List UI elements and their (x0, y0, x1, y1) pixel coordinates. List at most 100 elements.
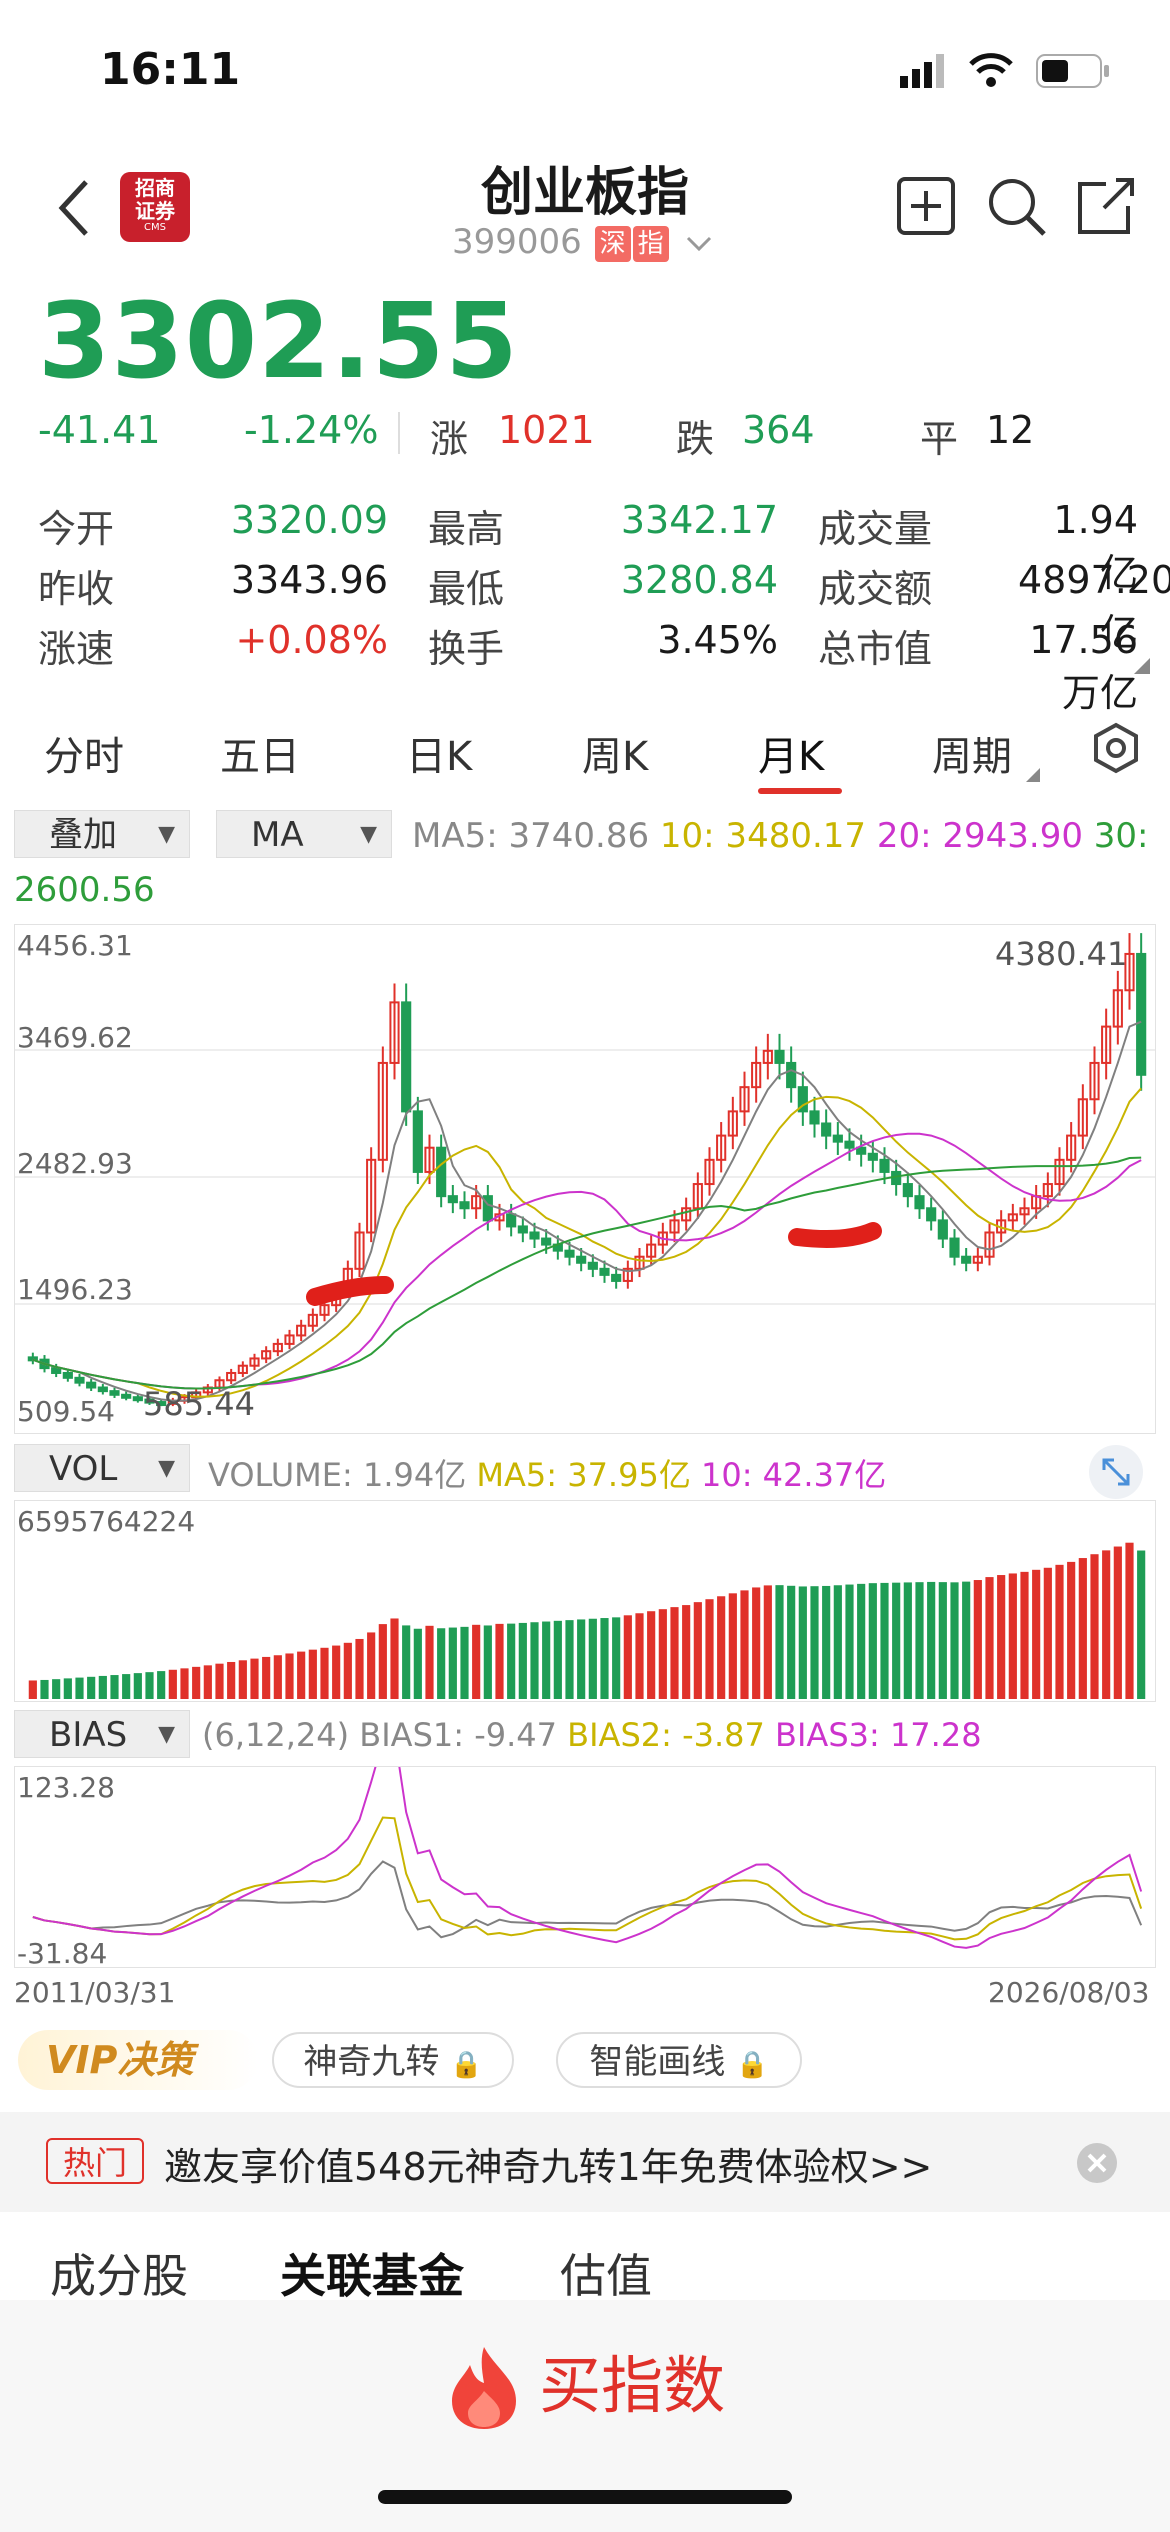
volume-bar (472, 1624, 481, 1699)
vol-ma10-value: 10: 42.37亿 (701, 1456, 887, 1494)
caret-down-icon: ▼ (158, 1456, 175, 1481)
y-tick-bottom: 509.54 (17, 1395, 115, 1428)
price-change-pct: -1.24% (244, 408, 379, 452)
vip-decision-button[interactable]: VIP决策 (18, 2030, 258, 2090)
volume-bar (600, 1618, 609, 1699)
y-tick-4: 1496.23 (17, 1273, 133, 1306)
bias-select[interactable]: BIAS ▼ (14, 1710, 190, 1758)
stat-value: 3343.96 (230, 558, 388, 602)
period-tabs: 分时 五日 日K 周K 月K 周期 (0, 700, 1170, 810)
candle-body (132, 1396, 143, 1402)
candle-body (1136, 952, 1147, 1076)
volume-bar (1102, 1550, 1111, 1699)
tab-intraday[interactable]: 分时 (44, 724, 124, 782)
candle-body (121, 1393, 132, 1399)
bias-line-3 (32, 1767, 1143, 1949)
stat-label: 涨速 (38, 627, 115, 671)
divider (398, 412, 400, 454)
stat-label: 昨收 (38, 567, 115, 611)
volume-bar (1008, 1573, 1017, 1699)
overlay-select[interactable]: 叠加 ▼ (14, 810, 190, 858)
hand-drawn-mark (306, 1276, 394, 1306)
volume-bar (985, 1577, 994, 1699)
index-code: 399006 (452, 222, 582, 262)
ma-select[interactable]: MA ▼ (216, 810, 392, 858)
tab-weekly-k[interactable]: 周K (582, 724, 648, 782)
magic-nine-button[interactable]: 神奇九转 🔒 (272, 2032, 514, 2088)
stat-value: 3342.17 (620, 498, 778, 542)
tab-daily-k[interactable]: 日K (406, 724, 472, 782)
volume-bar (250, 1658, 259, 1699)
status-bar: 16:11 (0, 0, 1170, 140)
tab-valuation[interactable]: 估值 (560, 2240, 652, 2306)
volume-bar (693, 1602, 702, 1699)
volume-bar (798, 1586, 807, 1699)
volume-value: VOLUME: 1.94亿 (208, 1456, 467, 1494)
battery-icon (1036, 54, 1109, 88)
volume-bar (612, 1617, 621, 1699)
volume-bar (752, 1587, 761, 1699)
volume-bar (682, 1605, 691, 1699)
add-watchlist-icon[interactable] (896, 176, 956, 236)
index-code-row[interactable]: 399006 深指 (452, 222, 713, 262)
vol-select[interactable]: VOL ▼ (14, 1444, 190, 1492)
volume-bar (343, 1642, 352, 1699)
volume-bar (997, 1575, 1006, 1699)
x-end-date: 2026/08/03 (988, 1976, 1150, 2009)
y-tick-top: 4456.31 (17, 929, 133, 962)
volume-bar (98, 1675, 107, 1699)
share-icon[interactable] (1076, 176, 1136, 236)
buy-index-button[interactable]: 买指数 (444, 2340, 725, 2430)
promo-banner[interactable]: 热门 邀友享价值548元神奇九转1年免费体验权>> (0, 2112, 1170, 2212)
stat-value: 3280.84 (620, 558, 778, 602)
tab-five-day[interactable]: 五日 (220, 724, 300, 782)
volume-bar (1055, 1564, 1064, 1699)
volume-bar (507, 1623, 516, 1699)
candle-body (62, 1371, 73, 1379)
volume-bar (378, 1624, 387, 1699)
volume-bar (1113, 1546, 1122, 1699)
volume-bar (495, 1623, 504, 1699)
volume-bar (728, 1593, 737, 1699)
volume-bar (425, 1625, 434, 1699)
volume-bar (822, 1585, 831, 1699)
flame-icon (452, 2346, 516, 2429)
stat-label: 最高 (428, 507, 505, 551)
chevron-down-icon (687, 236, 712, 251)
hot-tag: 热门 (46, 2138, 144, 2184)
volume-bar (437, 1628, 446, 1699)
up-label: 涨 (430, 417, 469, 461)
volume-bar (880, 1582, 889, 1699)
tab-related-funds[interactable]: 关联基金 (280, 2240, 464, 2306)
search-icon[interactable] (986, 176, 1048, 238)
smart-draw-button[interactable]: 智能画线 🔒 (556, 2032, 802, 2088)
candle-body (844, 1140, 855, 1149)
candle-body (832, 1134, 843, 1143)
volume-bar (658, 1609, 667, 1699)
volume-bar (833, 1585, 842, 1699)
status-time: 16:11 (100, 44, 241, 95)
volume-bar (87, 1676, 96, 1699)
ma20-value: 20: 2943.90 (876, 816, 1083, 856)
candle-body (774, 1049, 785, 1064)
close-icon[interactable] (1076, 2142, 1118, 2184)
up-count: 1021 (498, 408, 595, 452)
kline-chart[interactable]: 4456.31 3469.62 2482.93 1496.23 509.54 4… (14, 924, 1156, 1434)
volume-bar (1078, 1558, 1087, 1699)
volume-bar (180, 1668, 189, 1699)
fullscreen-icon[interactable] (1088, 1444, 1144, 1500)
volume-bar (192, 1666, 201, 1699)
volume-bar (950, 1582, 959, 1699)
expand-corner-icon[interactable] (1134, 658, 1150, 674)
stat-value: 3.45% (657, 618, 778, 662)
tab-constituents[interactable]: 成分股 (50, 2240, 188, 2306)
volume-bar (448, 1627, 457, 1699)
stat-label: 今开 (38, 507, 115, 551)
volume-bar (810, 1586, 819, 1699)
volume-bar (1032, 1569, 1041, 1699)
stat-label: 最低 (428, 567, 505, 611)
bias-chart: 123.28 -31.84 (14, 1766, 1156, 1970)
settings-gear-icon[interactable] (1090, 722, 1142, 774)
tab-period[interactable]: 周期 (932, 724, 1012, 782)
tab-monthly-k[interactable]: 月K (758, 724, 824, 782)
